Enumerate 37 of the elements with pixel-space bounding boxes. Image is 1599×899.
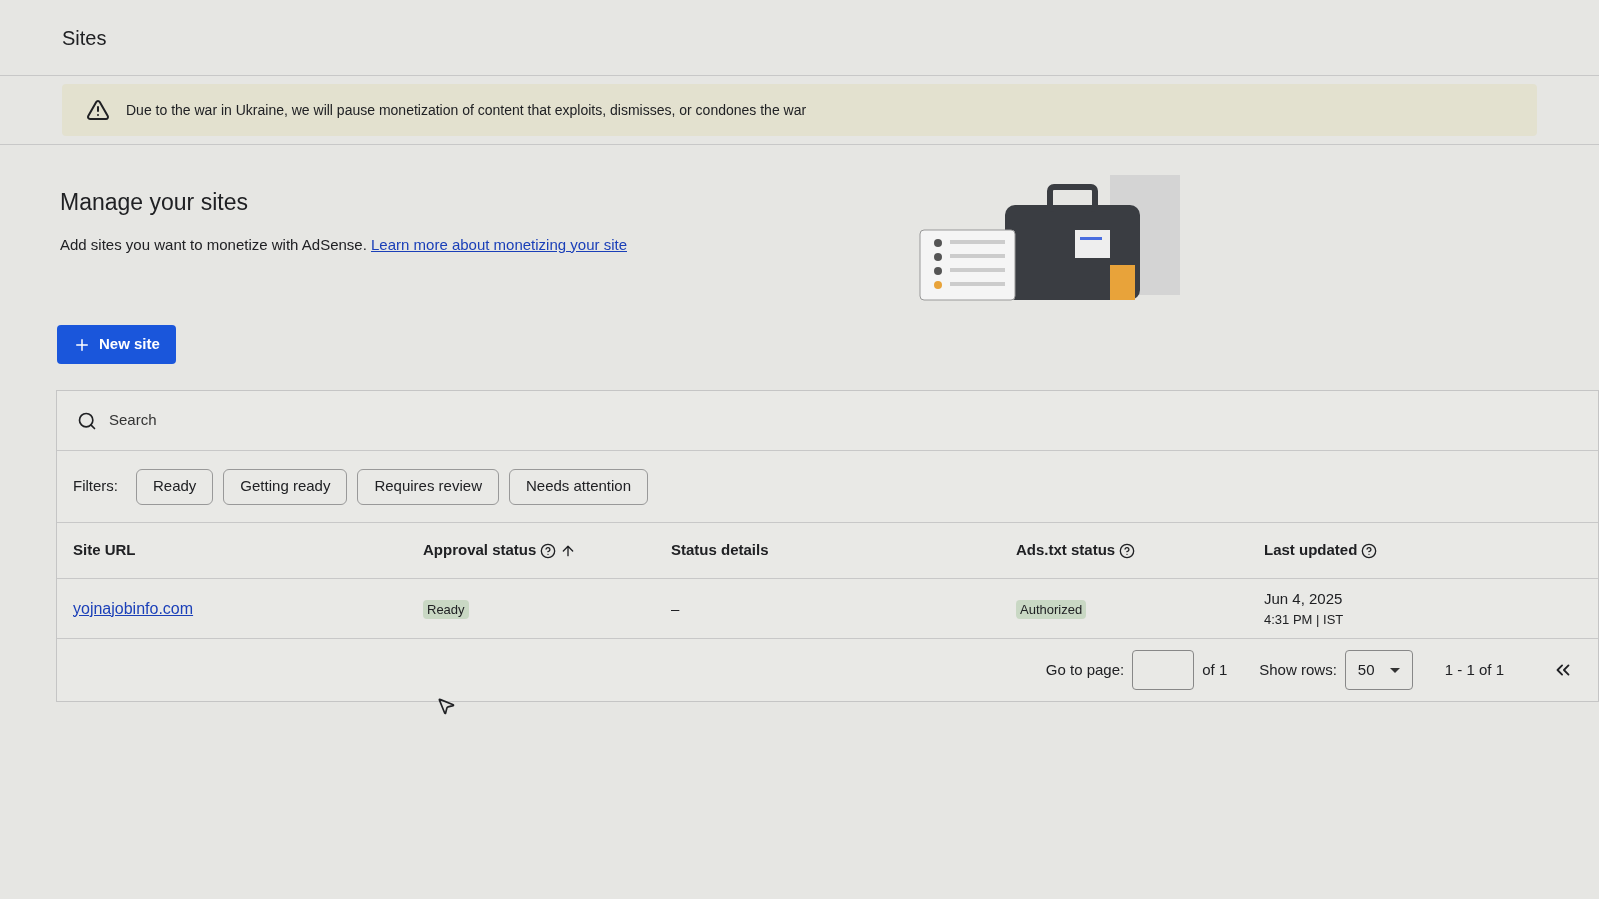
new-site-button[interactable]: New site	[57, 325, 176, 364]
page-count: of 1	[1202, 659, 1228, 680]
date-text: Jun 4, 2025	[1264, 588, 1344, 609]
column-header[interactable]: Ads.txt status	[1016, 539, 1136, 562]
intro-text: Add sites you want to monetize with AdSense.	[60, 235, 368, 253]
filters-label: Filters:	[73, 476, 118, 497]
mouse-cursor-icon	[436, 696, 456, 716]
column-header[interactable]: Status details	[671, 539, 769, 562]
range-text: 1 - 1 of 1	[1444, 659, 1504, 680]
column-header[interactable]: Last updated	[1264, 539, 1378, 562]
filter-chip[interactable]: Ready	[136, 468, 214, 505]
filter-chip[interactable]: Requires review	[357, 468, 499, 505]
warning-icon	[86, 98, 110, 122]
table-cell: –	[671, 599, 680, 617]
site-link[interactable]: yojnajobinfo.com	[73, 599, 194, 617]
filter-chip[interactable]: Getting ready	[223, 468, 348, 505]
help-icon[interactable]	[1119, 542, 1136, 559]
status-badge: Ready	[423, 599, 469, 619]
status-badge: Authorized	[1016, 599, 1087, 619]
go-to-page-label: Go to page:	[1045, 659, 1125, 680]
rows-dropdown[interactable]: 50	[1344, 650, 1413, 690]
help-icon[interactable]	[540, 542, 557, 559]
banner-text: Due to the war in Ukraine, we will pause monetization of content that exploits, dismisses, or condones the war	[126, 100, 807, 120]
learn-more-link[interactable]: Learn more about monetizing your site	[371, 235, 627, 253]
show-rows-label: Show rows:	[1259, 659, 1337, 680]
column-header[interactable]: Site URL	[73, 539, 136, 562]
search-input[interactable]: Search	[109, 409, 308, 432]
dropdown-caret-icon	[1389, 667, 1400, 673]
page-input[interactable]	[1132, 650, 1195, 690]
section-heading: Manage your sites	[60, 188, 249, 217]
column-header[interactable]: Approval status	[423, 539, 577, 562]
time-text: 4:31 PM | IST	[1264, 611, 1345, 629]
page-title: Sites	[62, 25, 107, 51]
search-icon	[77, 410, 97, 431]
search-field[interactable]: Search	[57, 391, 1598, 451]
filter-chip[interactable]: Needs attention	[508, 468, 649, 505]
help-icon[interactable]	[1361, 542, 1378, 559]
